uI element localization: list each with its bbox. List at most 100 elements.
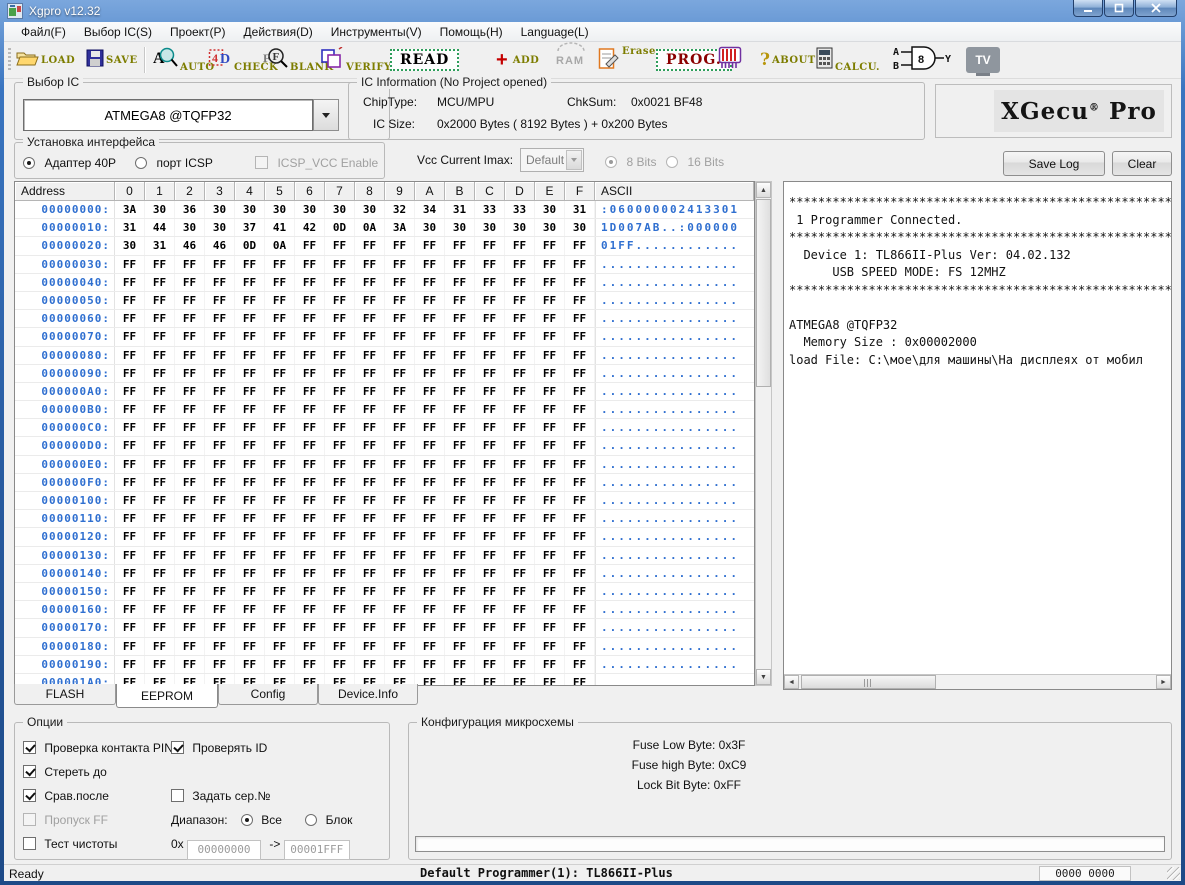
- hex-byte-cell[interactable]: 31: [565, 201, 595, 218]
- hex-byte-cell[interactable]: FF: [355, 365, 385, 382]
- hex-byte-cell[interactable]: FF: [235, 437, 265, 454]
- hex-byte-cell[interactable]: FF: [115, 528, 145, 545]
- hex-byte-cell[interactable]: FF: [145, 274, 175, 291]
- hex-byte-cell[interactable]: FF: [205, 328, 235, 345]
- hex-byte-cell[interactable]: FF: [145, 401, 175, 418]
- hex-byte-cell[interactable]: 30: [535, 201, 565, 218]
- hex-byte-cell[interactable]: FF: [175, 292, 205, 309]
- hex-byte-cell[interactable]: FF: [145, 601, 175, 618]
- hex-byte-cell[interactable]: FF: [385, 437, 415, 454]
- hex-byte-cell[interactable]: FF: [445, 619, 475, 636]
- hex-byte-cell[interactable]: FF: [415, 383, 445, 400]
- hex-byte-cell[interactable]: FF: [205, 419, 235, 436]
- hex-byte-cell[interactable]: FF: [175, 328, 205, 345]
- hex-ascii-cell[interactable]: ................: [595, 419, 754, 436]
- hex-byte-cell[interactable]: FF: [265, 510, 295, 527]
- hex-byte-cell[interactable]: FF: [265, 310, 295, 327]
- hex-byte-cell[interactable]: FF: [505, 547, 535, 564]
- hex-byte-cell[interactable]: 30: [235, 201, 265, 218]
- hex-byte-cell[interactable]: FF: [415, 328, 445, 345]
- hex-byte-cell[interactable]: FF: [475, 638, 505, 655]
- hex-byte-cell[interactable]: FF: [505, 565, 535, 582]
- hex-ascii-cell[interactable]: ................: [595, 274, 754, 291]
- tv-button[interactable]: TV: [966, 45, 1000, 75]
- hex-byte-cell[interactable]: FF: [145, 528, 175, 545]
- hex-byte-cell[interactable]: FF: [145, 437, 175, 454]
- hex-byte-cell[interactable]: FF: [535, 256, 565, 273]
- hex-byte-cell[interactable]: FF: [295, 237, 325, 254]
- hex-byte-cell[interactable]: FF: [385, 528, 415, 545]
- hex-ascii-cell[interactable]: ................: [595, 547, 754, 564]
- hex-byte-cell[interactable]: FF: [115, 419, 145, 436]
- hex-byte-cell[interactable]: FF: [355, 328, 385, 345]
- hex-ascii-cell[interactable]: ................: [595, 583, 754, 600]
- hex-byte-cell[interactable]: FF: [325, 274, 355, 291]
- hex-byte-cell[interactable]: FF: [355, 310, 385, 327]
- hex-byte-cell[interactable]: 30: [205, 201, 235, 218]
- hex-byte-cell[interactable]: FF: [505, 419, 535, 436]
- hex-byte-cell[interactable]: FF: [535, 674, 565, 686]
- hex-byte-cell[interactable]: FF: [175, 274, 205, 291]
- hex-byte-cell[interactable]: FF: [325, 474, 355, 491]
- hex-byte-cell[interactable]: FF: [175, 419, 205, 436]
- adapter-40p-radio[interactable]: [23, 157, 35, 169]
- hex-byte-cell[interactable]: FF: [475, 310, 505, 327]
- hex-byte-cell[interactable]: FF: [385, 310, 415, 327]
- hex-byte-cell[interactable]: FF: [415, 656, 445, 673]
- range-block-radio[interactable]: [305, 814, 317, 826]
- hex-byte-cell[interactable]: 42: [295, 219, 325, 236]
- hex-byte-cell[interactable]: FF: [415, 510, 445, 527]
- hex-byte-cell[interactable]: FF: [385, 292, 415, 309]
- hex-byte-cell[interactable]: FF: [565, 256, 595, 273]
- hex-byte-cell[interactable]: FF: [445, 601, 475, 618]
- hex-byte-cell[interactable]: FF: [505, 347, 535, 364]
- hex-byte-cell[interactable]: FF: [415, 419, 445, 436]
- hex-byte-cell[interactable]: FF: [445, 365, 475, 382]
- hex-byte-cell[interactable]: 30: [445, 219, 475, 236]
- read-button[interactable]: READ: [390, 45, 459, 75]
- hex-byte-cell[interactable]: FF: [295, 656, 325, 673]
- hex-byte-cell[interactable]: 0D: [325, 219, 355, 236]
- hex-byte-cell[interactable]: FF: [385, 256, 415, 273]
- hex-byte-cell[interactable]: FF: [565, 528, 595, 545]
- hex-byte-cell[interactable]: FF: [325, 310, 355, 327]
- hex-byte-cell[interactable]: 32: [385, 201, 415, 218]
- hex-byte-cell[interactable]: FF: [145, 547, 175, 564]
- hex-byte-cell[interactable]: FF: [415, 456, 445, 473]
- hex-byte-cell[interactable]: FF: [175, 656, 205, 673]
- hex-byte-cell[interactable]: FF: [145, 638, 175, 655]
- hex-byte-cell[interactable]: FF: [295, 292, 325, 309]
- hex-byte-cell[interactable]: FF: [475, 510, 505, 527]
- hex-byte-cell[interactable]: FF: [235, 347, 265, 364]
- hex-byte-cell[interactable]: FF: [265, 547, 295, 564]
- hex-byte-cell[interactable]: 0A: [265, 237, 295, 254]
- clean-test-checkbox[interactable]: [23, 837, 36, 850]
- hex-vertical-scrollbar[interactable]: ▲ ▼: [755, 181, 772, 686]
- hex-byte-cell[interactable]: FF: [235, 474, 265, 491]
- hex-byte-cell[interactable]: FF: [325, 256, 355, 273]
- save-log-button[interactable]: Save Log: [1003, 151, 1105, 176]
- hex-byte-cell[interactable]: FF: [445, 492, 475, 509]
- hex-byte-cell[interactable]: FF: [565, 510, 595, 527]
- hex-byte-cell[interactable]: FF: [535, 565, 565, 582]
- hex-byte-cell[interactable]: FF: [175, 528, 205, 545]
- hex-byte-cell[interactable]: FF: [115, 365, 145, 382]
- hex-byte-cell[interactable]: FF: [145, 510, 175, 527]
- hex-byte-cell[interactable]: FF: [415, 292, 445, 309]
- hex-byte-cell[interactable]: 30: [535, 219, 565, 236]
- resize-grip[interactable]: [1167, 867, 1180, 880]
- hex-byte-cell[interactable]: FF: [325, 383, 355, 400]
- hex-byte-cell[interactable]: FF: [205, 528, 235, 545]
- hex-byte-cell[interactable]: FF: [265, 528, 295, 545]
- hex-byte-cell[interactable]: FF: [385, 492, 415, 509]
- hex-byte-cell[interactable]: FF: [475, 492, 505, 509]
- hex-byte-cell[interactable]: FF: [475, 565, 505, 582]
- hex-byte-cell[interactable]: FF: [475, 256, 505, 273]
- ic-select-dropdown-button[interactable]: [313, 99, 339, 131]
- hex-byte-cell[interactable]: FF: [505, 656, 535, 673]
- hex-ascii-cell[interactable]: ................: [595, 256, 754, 273]
- hex-byte-cell[interactable]: FF: [145, 456, 175, 473]
- hex-byte-cell[interactable]: FF: [175, 510, 205, 527]
- hex-byte-cell[interactable]: FF: [355, 601, 385, 618]
- hex-byte-cell[interactable]: FF: [385, 656, 415, 673]
